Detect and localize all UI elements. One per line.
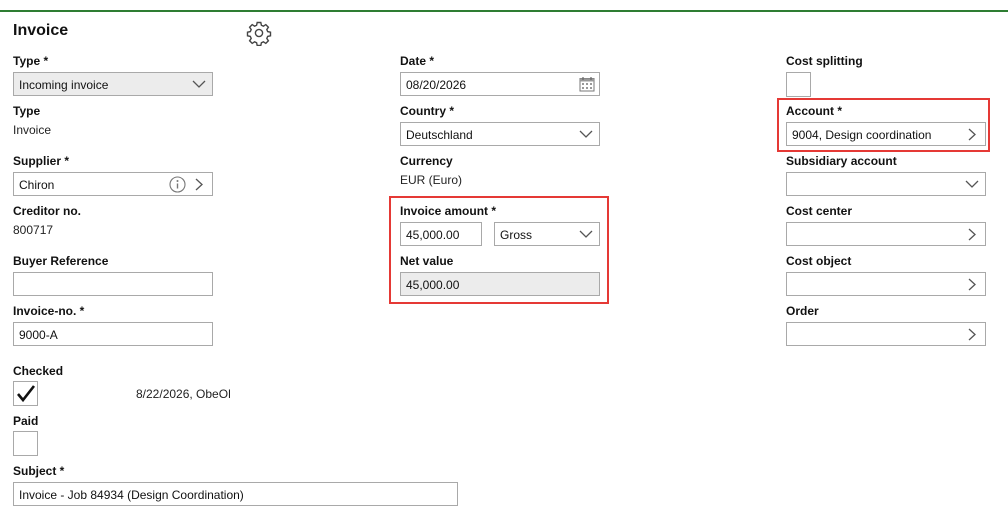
checked-checkbox[interactable]: [13, 381, 38, 406]
paid-label: Paid: [13, 414, 39, 428]
subject-input[interactable]: Invoice - Job 84934 (Design Coordination…: [13, 482, 458, 506]
order-label: Order: [786, 304, 819, 318]
subsidiary-account-select[interactable]: [786, 172, 986, 196]
chevron-right-icon[interactable]: [194, 178, 204, 191]
country-select[interactable]: Deutschland: [400, 122, 600, 146]
chevron-right-icon[interactable]: [967, 278, 977, 291]
cost-center-field[interactable]: [786, 222, 986, 246]
info-icon[interactable]: [169, 176, 186, 193]
type-select-value: Incoming invoice: [19, 78, 109, 92]
amount-mode-value: Gross: [500, 228, 533, 242]
supplier-field[interactable]: Chiron: [13, 172, 213, 196]
cost-splitting-label: Cost splitting: [786, 54, 863, 68]
currency-label: Currency: [400, 154, 453, 168]
chevron-down-icon: [965, 180, 979, 188]
gear-icon[interactable]: [246, 20, 272, 46]
date-value: 08/20/2026: [406, 78, 467, 92]
type-static-value: Invoice: [13, 123, 52, 137]
invoice-no-value: 9000-A: [19, 328, 58, 342]
cost-splitting-checkbox[interactable]: [786, 72, 811, 97]
net-value-field: 45,000.00: [400, 272, 600, 296]
invoice-amount-value: 45,000.00: [406, 228, 460, 242]
date-label: Date *: [400, 54, 435, 68]
invoice-no-input[interactable]: 9000-A: [13, 322, 213, 346]
calendar-icon[interactable]: [579, 76, 595, 92]
supplier-value: Chiron: [19, 178, 55, 192]
account-label: Account *: [786, 104, 843, 118]
amount-mode-select[interactable]: Gross: [494, 222, 600, 246]
chevron-right-icon[interactable]: [967, 128, 977, 141]
buyer-reference-input[interactable]: [13, 272, 213, 296]
buyer-reference-label: Buyer Reference: [13, 254, 109, 268]
type-label: Type *: [13, 54, 49, 68]
chevron-right-icon[interactable]: [967, 328, 977, 341]
invoice-no-label: Invoice-no. *: [13, 304, 85, 318]
checkmark-icon: [17, 385, 36, 403]
currency-value: EUR (Euro): [400, 173, 463, 187]
subsidiary-account-label: Subsidiary account: [786, 154, 897, 168]
account-value: 9004, Design coordination: [792, 128, 932, 142]
account-field[interactable]: 9004, Design coordination: [786, 122, 986, 146]
country-value: Deutschland: [406, 128, 473, 142]
invoice-amount-input[interactable]: 45,000.00: [400, 222, 482, 246]
checked-info: 8/22/2026, ObeOl: [136, 387, 231, 401]
chevron-down-icon: [579, 130, 593, 138]
subject-label: Subject *: [13, 464, 65, 478]
net-value-value: 45,000.00: [406, 278, 460, 292]
invoice-amount-label: Invoice amount *: [400, 204, 497, 218]
supplier-label: Supplier *: [13, 154, 70, 168]
header-accent-line: [0, 10, 1008, 12]
type-select[interactable]: Incoming invoice: [13, 72, 213, 96]
chevron-right-icon[interactable]: [967, 228, 977, 241]
creditor-label: Creditor no.: [13, 204, 81, 218]
checked-label: Checked: [13, 364, 64, 378]
country-label: Country *: [400, 104, 454, 118]
date-input[interactable]: 08/20/2026: [400, 72, 600, 96]
cost-object-label: Cost object: [786, 254, 852, 268]
page-title: Invoice: [13, 22, 69, 39]
chevron-down-icon: [192, 80, 206, 88]
cost-object-field[interactable]: [786, 272, 986, 296]
paid-checkbox[interactable]: [13, 431, 38, 456]
chevron-down-icon: [579, 230, 593, 238]
net-value-label: Net value: [400, 254, 454, 268]
cost-center-label: Cost center: [786, 204, 853, 218]
subject-value: Invoice - Job 84934 (Design Coordination…: [19, 488, 244, 502]
order-field[interactable]: [786, 322, 986, 346]
creditor-value: 800717: [13, 223, 54, 237]
type-static-label: Type: [13, 104, 41, 118]
